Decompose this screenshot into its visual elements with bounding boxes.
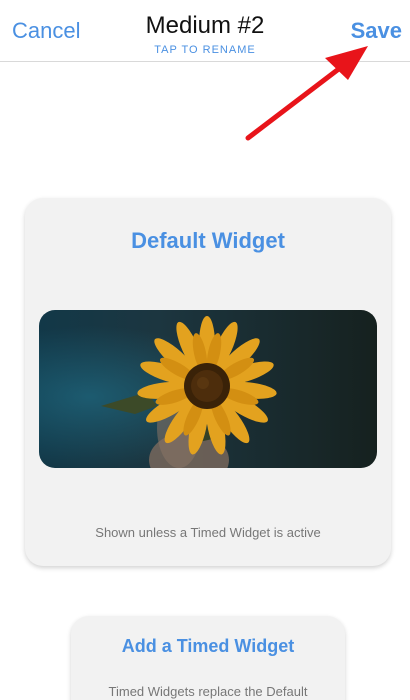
default-widget-card[interactable]: Default Widget Shown unless a Timed Widg…: [25, 198, 391, 566]
default-widget-caption: Shown unless a Timed Widget is active: [95, 525, 321, 540]
save-button[interactable]: Save: [351, 18, 402, 44]
default-widget-title[interactable]: Default Widget: [25, 228, 391, 254]
tap-to-rename-hint[interactable]: TAP TO RENAME: [0, 44, 410, 56]
timed-widget-card[interactable]: Add a Timed Widget Timed Widgets replace…: [71, 616, 345, 700]
widget-preview-image[interactable]: [39, 310, 377, 468]
navigation-bar: Cancel Medium #2 TAP TO RENAME Save: [0, 0, 410, 62]
timed-widget-caption: Timed Widgets replace the Default: [108, 684, 308, 699]
add-timed-widget-button[interactable]: Add a Timed Widget: [71, 636, 345, 657]
widget-name-title[interactable]: Medium #2: [0, 12, 410, 40]
